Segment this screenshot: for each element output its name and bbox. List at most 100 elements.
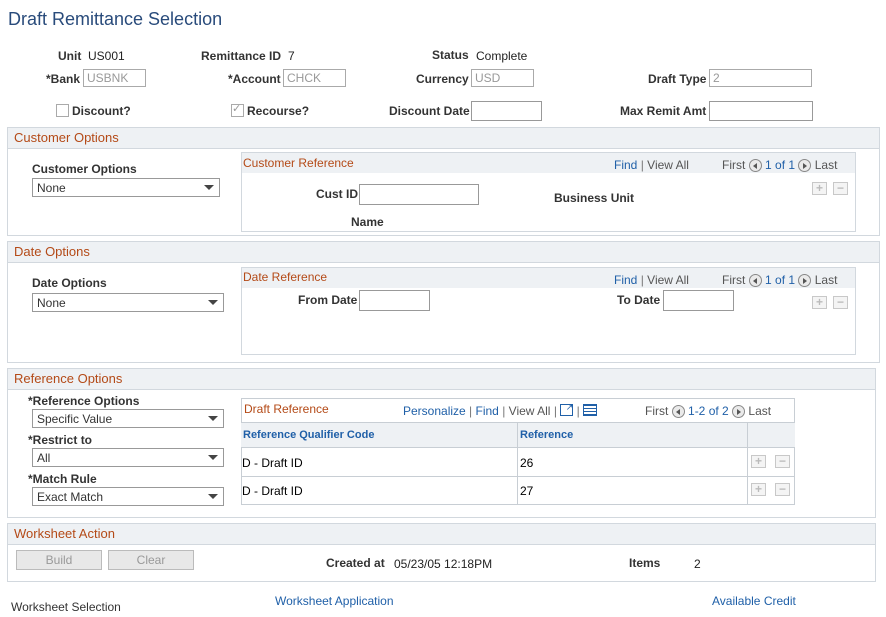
add-row-icon[interactable]: + (812, 182, 827, 195)
table-row-2-reference: 27 (520, 484, 533, 498)
account-label: *Account (228, 72, 281, 86)
discount-checkbox[interactable] (56, 104, 69, 117)
worksheet-application-link[interactable]: Worksheet Application (275, 594, 394, 608)
currency-field[interactable]: USD (471, 69, 534, 87)
name-label: Name (351, 215, 384, 229)
view-all-link[interactable]: View All (647, 273, 689, 287)
row-divider (241, 476, 795, 477)
range-text: 1 of 1 (765, 158, 795, 172)
recourse-checkbox[interactable] (231, 104, 244, 117)
date-reference-pager: First 1 of 1 Last (722, 273, 837, 287)
discount-date-field[interactable] (471, 101, 542, 121)
created-at-value: 05/23/05 12:18PM (394, 557, 492, 571)
bank-field[interactable]: USBNK (83, 69, 146, 87)
previous-icon[interactable] (749, 274, 762, 287)
customer-options-select[interactable]: None (32, 178, 220, 197)
first-link[interactable]: First (722, 158, 745, 172)
chevron-down-icon (208, 416, 218, 421)
next-icon[interactable] (732, 405, 745, 418)
last-link[interactable]: Last (748, 404, 771, 418)
personalize-link[interactable]: Personalize (403, 404, 466, 418)
delete-row-icon[interactable]: − (833, 182, 848, 195)
customer-reference-pager: First 1 of 1 Last (722, 158, 837, 172)
from-date-label: From Date (298, 293, 357, 307)
account-field[interactable]: CHCK (283, 69, 346, 87)
date-options-value: None (37, 296, 66, 310)
first-link[interactable]: First (722, 273, 745, 287)
match-rule-value: Exact Match (37, 490, 103, 504)
chevron-down-icon (208, 455, 218, 460)
download-grid-icon[interactable] (583, 404, 597, 416)
worksheet-selection-tab: Worksheet Selection (11, 600, 121, 614)
find-link[interactable]: Find (614, 273, 637, 287)
worksheet-action-header: Worksheet Action (8, 524, 875, 545)
discount-checkbox-wrap[interactable]: Discount? (56, 104, 131, 118)
bank-label: *Bank (46, 72, 80, 86)
view-all-link[interactable]: View All (647, 158, 689, 172)
find-link[interactable]: Find (476, 404, 499, 418)
find-link[interactable]: Find (614, 158, 637, 172)
customer-options-value: None (37, 181, 66, 195)
date-options-header: Date Options (8, 242, 879, 263)
recourse-checkbox-wrap[interactable]: Recourse? (231, 104, 309, 118)
cust-id-field[interactable] (359, 184, 479, 205)
draft-reference-nav: Personalize | Find | View All | ↗ | (403, 404, 597, 418)
table-row-1-reference: 26 (520, 456, 533, 470)
business-unit-label: Business Unit (554, 191, 634, 205)
currency-label: Currency (416, 72, 469, 86)
max-remit-label: Max Remit Amt (620, 104, 706, 118)
date-reference-title: Date Reference (243, 270, 327, 284)
table-row-2-code: D - Draft ID (242, 484, 303, 498)
clear-button[interactable]: Clear (108, 550, 194, 570)
column-reference[interactable]: Reference (520, 429, 573, 441)
range-text: 1 of 1 (765, 273, 795, 287)
previous-icon[interactable] (672, 405, 685, 418)
add-row-icon[interactable]: + (751, 455, 766, 468)
from-date-field[interactable] (359, 290, 430, 311)
delete-row-icon[interactable]: − (775, 455, 790, 468)
created-at-label: Created at (326, 556, 385, 570)
table-row-1-code: D - Draft ID (242, 456, 303, 470)
remittance-id-label: Remittance ID (201, 49, 281, 63)
build-button[interactable]: Build (16, 550, 102, 570)
date-options-select[interactable]: None (32, 293, 224, 312)
available-credit-link[interactable]: Available Credit (712, 594, 796, 608)
status-label: Status (432, 48, 469, 62)
delete-row-icon[interactable]: − (775, 483, 790, 496)
add-row-icon[interactable]: + (812, 296, 827, 309)
add-row-icon[interactable]: + (751, 483, 766, 496)
draft-reference-pager: First 1-2 of 2 Last (645, 404, 771, 418)
customer-options-header: Customer Options (8, 128, 879, 149)
to-date-field[interactable] (663, 290, 734, 311)
draft-type-field[interactable]: 2 (709, 69, 812, 87)
range-text: 1-2 of 2 (688, 404, 729, 418)
column-divider (747, 422, 748, 505)
max-remit-field[interactable] (709, 101, 813, 121)
reference-options-select[interactable]: Specific Value (32, 409, 224, 428)
first-link[interactable]: First (645, 404, 668, 418)
view-all-link[interactable]: View All (509, 404, 551, 418)
reference-options-header: Reference Options (8, 369, 875, 390)
page-title: Draft Remittance Selection (8, 9, 222, 30)
delete-row-icon[interactable]: − (833, 296, 848, 309)
customer-reference-nav: Find | View All (614, 158, 689, 172)
match-rule-label: *Match Rule (28, 472, 97, 486)
last-link[interactable]: Last (815, 273, 838, 287)
reference-options-value: Specific Value (37, 412, 112, 426)
discount-label: Discount? (72, 104, 131, 118)
next-icon[interactable] (798, 159, 811, 172)
customer-reference-title: Customer Reference (243, 156, 354, 170)
cust-id-label: Cust ID (316, 187, 358, 201)
last-link[interactable]: Last (815, 158, 838, 172)
restrict-to-select[interactable]: All (32, 448, 224, 467)
date-options-label: Date Options (32, 276, 107, 290)
column-reference-qualifier-code[interactable]: Reference Qualifier Code (243, 429, 374, 441)
new-window-icon[interactable]: ↗ (560, 404, 573, 416)
chevron-down-icon (204, 185, 214, 190)
next-icon[interactable] (798, 274, 811, 287)
draft-reference-title: Draft Reference (244, 402, 329, 416)
match-rule-select[interactable]: Exact Match (32, 487, 224, 506)
column-divider (517, 422, 518, 505)
previous-icon[interactable] (749, 159, 762, 172)
discount-date-label: Discount Date (389, 104, 470, 118)
